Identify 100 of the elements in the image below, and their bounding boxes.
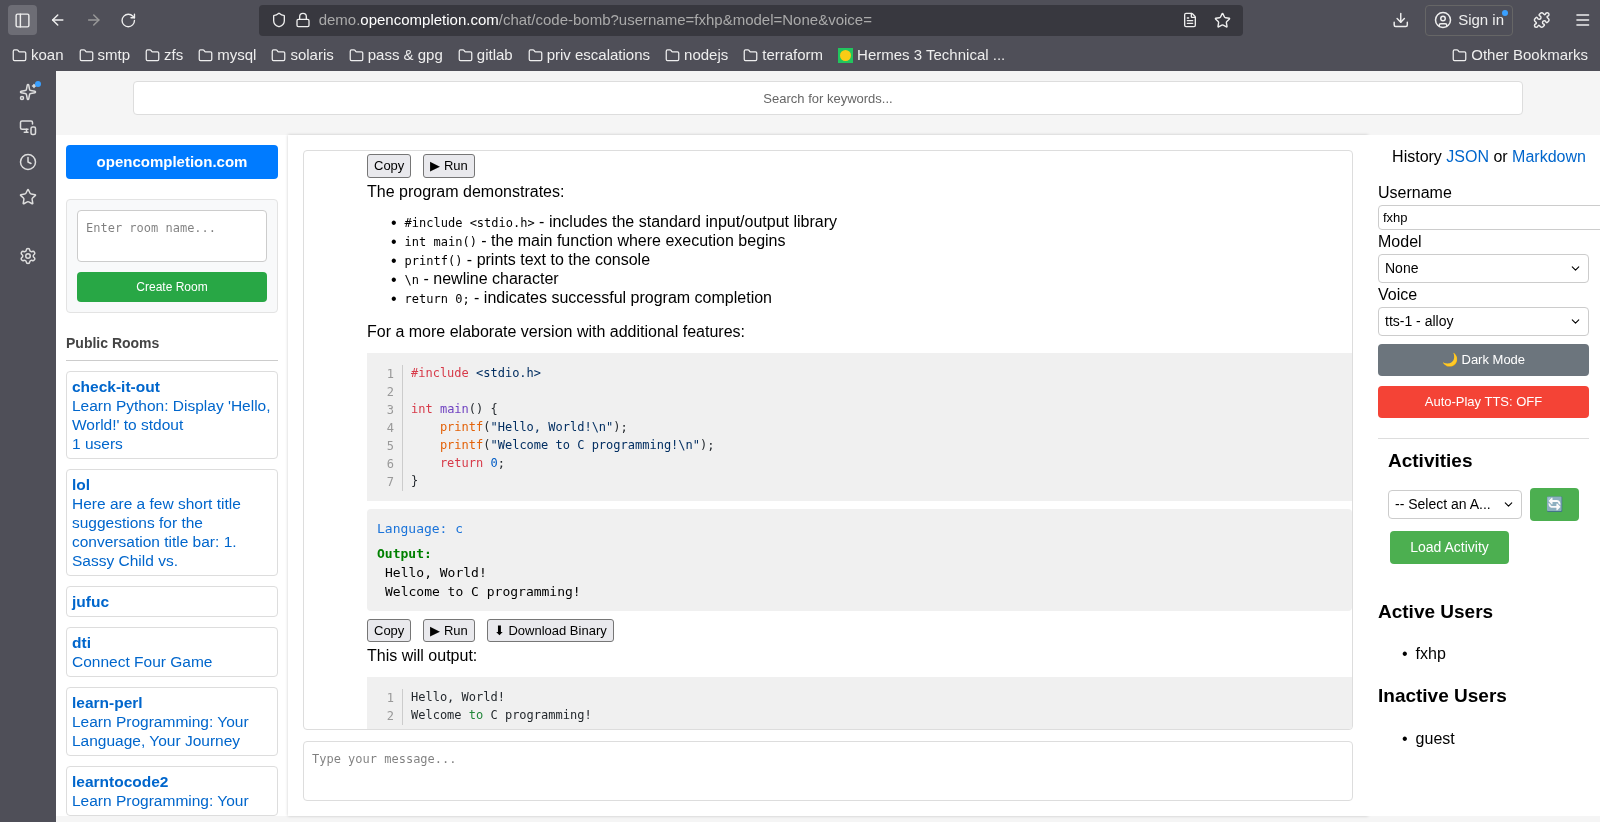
line-number: 1 bbox=[379, 689, 403, 707]
message-field[interactable]: Type your message... bbox=[303, 741, 1353, 801]
line-number: 3 bbox=[379, 400, 403, 419]
message-text: For a more elaborate version with additional features: bbox=[367, 321, 746, 342]
markdown-link[interactable]: Markdown bbox=[1512, 148, 1586, 165]
json-link[interactable]: JSON bbox=[1446, 148, 1489, 165]
list-item: \n - newline character bbox=[404, 268, 559, 289]
username-field[interactable]: fxhp bbox=[1378, 205, 1600, 230]
devices-icon[interactable] bbox=[19, 118, 37, 136]
autoplay-button[interactable]: Auto-Play TTS: OFF bbox=[1378, 386, 1589, 418]
output-label: Output: bbox=[377, 544, 433, 563]
bullet: • bbox=[391, 231, 397, 251]
room-card[interactable]: learn-perl Learn Programming: Your Language, Your Journey bbox=[66, 687, 278, 756]
bullet: • bbox=[391, 212, 397, 232]
bookmark-item[interactable]: solaris bbox=[271, 44, 334, 67]
bullet: • bbox=[391, 288, 397, 308]
bookmark-item[interactable]: smtp bbox=[78, 44, 131, 67]
bookmark-star-icon[interactable] bbox=[1213, 11, 1231, 29]
username-label: Username bbox=[1378, 183, 1453, 203]
room-name: learntocode2 bbox=[72, 772, 170, 791]
room-card[interactable]: check-it-out Learn Python: Display 'Hello, World!' to stdout 1 users bbox=[66, 371, 278, 459]
room-description: Learn Python: Display 'Hello, World!' to stdout bbox=[72, 396, 272, 434]
room-card[interactable]: learntocode2 Learn Programming: Your bbox=[66, 766, 278, 816]
room-card[interactable]: dti Connect Four Game bbox=[66, 627, 278, 677]
folder-icon bbox=[457, 48, 473, 63]
line-number: 2 bbox=[379, 382, 403, 401]
line-number: 6 bbox=[379, 454, 403, 473]
bookmark-item[interactable]: pass & gpg bbox=[348, 44, 443, 67]
folder-icon bbox=[271, 48, 287, 63]
code-line: printf("Hello, World!\n"); bbox=[438, 418, 628, 436]
folder-icon bbox=[198, 48, 214, 63]
other-bookmarks[interactable]: Other Bookmarks bbox=[1452, 44, 1588, 67]
history-icon[interactable] bbox=[19, 153, 37, 171]
bookmark-item[interactable]: koan bbox=[12, 44, 64, 67]
star-icon[interactable] bbox=[19, 188, 37, 206]
message-text: This will output: bbox=[367, 646, 479, 666]
line-number: 2 bbox=[379, 707, 403, 725]
code-line: Welcome to C programming! bbox=[411, 707, 592, 724]
bullet: • bbox=[1402, 644, 1408, 664]
download-icon[interactable] bbox=[1391, 11, 1410, 29]
line-number: 5 bbox=[379, 436, 403, 455]
search-field[interactable]: Search for keywords... bbox=[133, 81, 1523, 115]
code-action-button[interactable]: Copy bbox=[367, 618, 412, 642]
code-action-button[interactable]: ⬇ Download Binary bbox=[486, 618, 614, 642]
list-item: printf() - prints text to the console bbox=[404, 249, 651, 270]
voice-select[interactable]: tts-1 - alloy bbox=[1378, 307, 1589, 336]
reload-icon[interactable] bbox=[120, 11, 137, 29]
extensions-icon[interactable] bbox=[1533, 11, 1551, 29]
bookmark-item[interactable]: priv escalations bbox=[527, 44, 651, 67]
room-card[interactable]: jufuc bbox=[66, 586, 278, 617]
code-action-button[interactable]: Copy bbox=[367, 154, 412, 178]
bookmark-item[interactable]: gitlab bbox=[457, 44, 513, 67]
line-number: 7 bbox=[379, 472, 403, 491]
folder-icon bbox=[1452, 48, 1468, 63]
account-icon bbox=[1434, 11, 1453, 29]
model-select[interactable]: None bbox=[1378, 254, 1589, 283]
room-name: learn-perl bbox=[72, 693, 144, 712]
activity-select[interactable]: -- Select an A... bbox=[1388, 489, 1522, 519]
room-card[interactable]: lol Here are a few short title suggestions for the conversation title bar: 1. Sassy Child vs. bbox=[66, 469, 278, 576]
reader-view-icon[interactable] bbox=[1181, 12, 1198, 28]
voice-label: Voice bbox=[1378, 285, 1419, 305]
language-label: Language: c bbox=[377, 519, 465, 538]
sidebar-toggle-icon[interactable] bbox=[8, 5, 38, 35]
public-rooms-heading: Public Rooms bbox=[66, 333, 278, 361]
room-name: dti bbox=[72, 633, 92, 652]
code-line: return 0; bbox=[438, 454, 505, 472]
code-line: int main() { bbox=[411, 400, 498, 418]
site-button[interactable]: opencompletion.com bbox=[66, 145, 278, 179]
sign-in-button[interactable]: Sign in bbox=[1425, 4, 1513, 36]
message-text: The program demonstrates: bbox=[367, 181, 566, 202]
room-name: lol bbox=[72, 475, 92, 494]
menu-icon[interactable] bbox=[1574, 11, 1592, 29]
bookmark-item[interactable]: mysql bbox=[198, 44, 257, 67]
inactive-users-heading: Inactive Users bbox=[1378, 684, 1508, 708]
room-description: Learn Programming: Your Language, Your Journey bbox=[72, 712, 250, 750]
bookmark-item[interactable]: Hermes 3 Technical ... bbox=[838, 44, 1006, 67]
room-name-field[interactable]: Enter room name... bbox=[77, 210, 267, 262]
code-line: printf("Welcome to C programming!\n"); bbox=[438, 436, 715, 454]
folder-icon bbox=[743, 48, 759, 63]
bullet: • bbox=[391, 250, 397, 270]
folder-icon bbox=[665, 48, 681, 63]
bookmark-item[interactable]: zfs bbox=[145, 44, 184, 67]
room-name: jufuc bbox=[72, 592, 111, 611]
folder-icon bbox=[348, 48, 364, 63]
folder-icon bbox=[12, 48, 27, 63]
settings-icon[interactable] bbox=[19, 247, 37, 265]
bookmark-item[interactable]: terraform bbox=[743, 44, 824, 67]
dark-mode-button[interactable]: 🌙 Dark Mode bbox=[1378, 344, 1589, 376]
code-action-button[interactable]: ▶ Run bbox=[423, 154, 475, 178]
bullet: • bbox=[1402, 728, 1408, 749]
folder-icon bbox=[145, 48, 161, 63]
model-label: Model bbox=[1378, 232, 1423, 252]
shield-icon[interactable] bbox=[270, 12, 287, 28]
url-field[interactable]: demo.opencompletion.com/chat/code-bomb?username=fxhp&model=None&voice= bbox=[258, 4, 1243, 36]
user-item: guest bbox=[1415, 728, 1455, 749]
bookmark-item[interactable]: nodejs bbox=[665, 44, 729, 67]
output-line: Welcome to C programming! bbox=[384, 582, 582, 601]
code-action-button[interactable]: ▶ Run bbox=[423, 618, 475, 642]
room-description: Learn Programming: Your bbox=[72, 791, 250, 810]
code-line: Hello, World! bbox=[411, 689, 505, 706]
